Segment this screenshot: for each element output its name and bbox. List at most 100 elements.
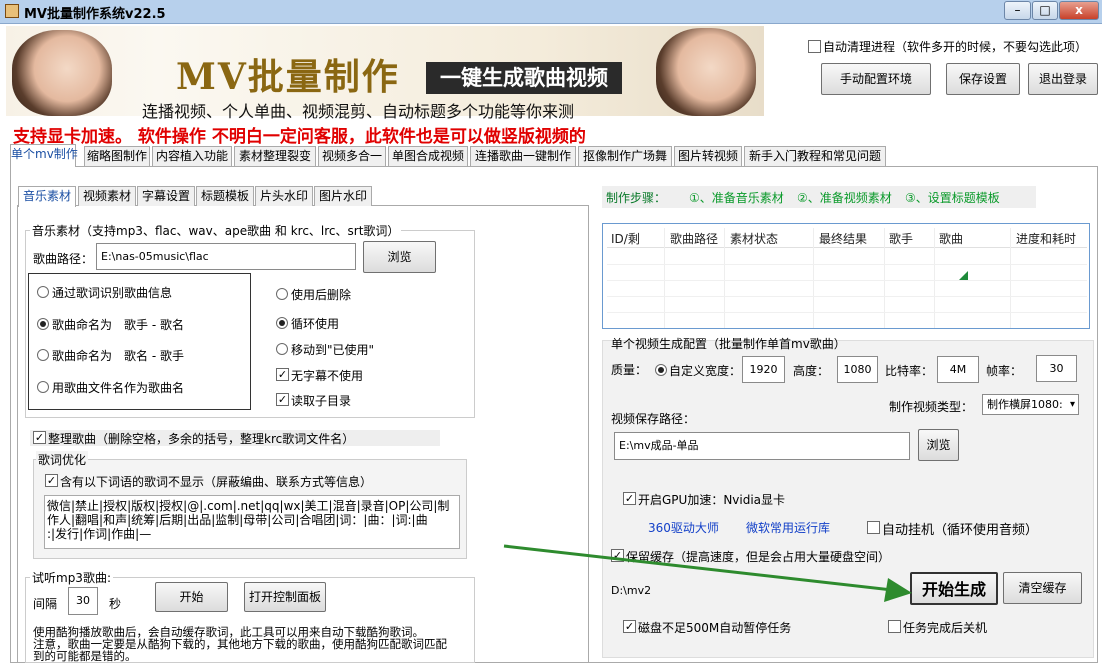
- banner-subtitle: 一键生成歌曲视频: [426, 62, 622, 94]
- no-subtitle-checkbox[interactable]: ✓: [276, 368, 289, 381]
- clear-cache-button[interactable]: 清空缓存: [1003, 572, 1082, 604]
- video-type-value: 制作横屏1080:: [987, 398, 1063, 411]
- banner-title: MV批量制作: [176, 56, 400, 98]
- banner-portrait-left: [12, 30, 112, 116]
- lyric-filter-checkbox[interactable]: ✓: [45, 474, 58, 487]
- runtime-link[interactable]: 微软常用运行库: [746, 519, 830, 536]
- banner: MV批量制作 一键生成歌曲视频 连播视频、个人单曲、视频混剪、自动标题多个功能等…: [6, 26, 764, 121]
- minimize-button[interactable]: –: [1004, 1, 1031, 20]
- radio-filename[interactable]: [37, 381, 49, 393]
- song-path-browse-button[interactable]: 浏览: [363, 241, 436, 273]
- label-delete-after-use: 使用后删除: [291, 288, 352, 302]
- notice-text: 支持显卡加速。 软件操作 不明白一定问客服，此软件也是可以做竖版视频的: [13, 127, 586, 147]
- open-control-panel-button[interactable]: 打开控制面板: [244, 582, 326, 612]
- tab-single-mv[interactable]: 单个mv制作: [10, 144, 78, 167]
- disk-pause-label: 磁盘不足500M自动暂停任务: [638, 621, 792, 635]
- config-group-label: 单个视频生成配置（批量制作单首mv歌曲）: [611, 337, 846, 351]
- music-group-label: 音乐素材（支持mp3、flac、wav、ape歌曲 和 krc、lrc、srt歌…: [30, 222, 402, 239]
- start-generate-button[interactable]: 开始生成: [910, 572, 998, 605]
- gpu-checkbox[interactable]: ✓: [623, 492, 636, 505]
- fps-input[interactable]: 30: [1036, 355, 1077, 382]
- subtab-title-template[interactable]: 标题模板: [196, 186, 254, 206]
- shutdown-label: 任务完成后关机: [903, 621, 988, 635]
- driver-link[interactable]: 360驱动大师: [648, 519, 719, 536]
- lyric-group-label: 歌词优化: [36, 451, 89, 468]
- auto-hang-checkbox[interactable]: [867, 521, 880, 534]
- banner-tagline: 连播视频、个人单曲、视频混剪、自动标题多个功能等你来测: [142, 102, 575, 121]
- info-line3: 到的可能都是错的。: [33, 649, 137, 663]
- video-type-label: 制作视频类型：: [889, 400, 974, 414]
- song-path-input[interactable]: E:\nas-05music\flac: [96, 243, 356, 270]
- read-subdir-checkbox[interactable]: ✓: [276, 393, 289, 406]
- label-lyric-filter: 含有以下词语的歌词不显示（屏蔽编曲、联系方式等信息）: [60, 475, 373, 489]
- custom-width-label: 自定义宽度：: [669, 364, 742, 378]
- tab-thumbnail[interactable]: 缩略图制作: [84, 146, 150, 166]
- subtab-music[interactable]: 音乐素材: [18, 186, 76, 207]
- subtab-subtitle[interactable]: 字幕设置: [137, 186, 195, 206]
- radio-delete-after-use[interactable]: [276, 288, 288, 300]
- step-2: ②、准备视频素材: [797, 191, 892, 205]
- banner-portrait-right: [656, 28, 756, 116]
- save-path-input[interactable]: E:\mv成品-单品: [614, 432, 910, 460]
- bitrate-input[interactable]: 4M: [937, 356, 979, 383]
- col-song: 歌曲: [939, 232, 964, 246]
- auto-clean-label: 自动清理进程（软件多开的时候，不要勾选此项）: [823, 40, 1088, 54]
- close-button[interactable]: x: [1059, 1, 1099, 20]
- label-no-subtitle: 无字幕不使用: [291, 369, 364, 383]
- tab-tutorial[interactable]: 新手入门教程和常见问题: [744, 146, 886, 166]
- tab-square-dance[interactable]: 抠像制作广场舞: [578, 146, 672, 166]
- label-move-used: 移动到"已使用": [291, 343, 375, 357]
- app-icon: [5, 4, 19, 18]
- radio-loop-use[interactable]: [276, 317, 288, 329]
- tab-picture-to-video[interactable]: 图片转视频: [674, 146, 742, 166]
- interval-label: 间隔: [33, 597, 58, 611]
- subtab-intro-watermark[interactable]: 片头水印: [255, 186, 313, 206]
- save-path-browse-button[interactable]: 浏览: [918, 429, 959, 461]
- tab-material-split[interactable]: 素材整理裂变: [234, 146, 316, 166]
- tab-continuous-songs[interactable]: 连播歌曲一键制作: [470, 146, 576, 166]
- video-type-select[interactable]: 制作横屏1080: ▾: [982, 394, 1079, 415]
- col-result: 最终结果: [819, 232, 868, 246]
- annotation-arrow-icon: [503, 544, 912, 602]
- preview-start-button[interactable]: 开始: [155, 582, 228, 612]
- seconds-label: 秒: [109, 597, 122, 611]
- radio-song-singer[interactable]: [37, 349, 49, 361]
- lyric-words-line3: :|发行|作词|作曲|—: [47, 527, 152, 541]
- custom-width-radio[interactable]: [655, 364, 667, 376]
- height-label: 高度：: [793, 364, 830, 378]
- step-3: ③、设置标题模板: [905, 191, 1000, 205]
- steps-label: 制作步骤：: [606, 191, 667, 205]
- label-singer-song: 歌曲命名为 歌手 - 歌名: [52, 318, 184, 332]
- shutdown-checkbox[interactable]: [888, 620, 901, 633]
- maximize-button[interactable]: □: [1032, 1, 1058, 20]
- tab-video-merge[interactable]: 视频多合一: [318, 146, 386, 166]
- save-settings-button[interactable]: 保存设置: [946, 63, 1020, 95]
- lyric-words-textarea[interactable]: 微信|禁止|授权|版权|授权|@|.com|.net|qq|wx|美工|混音|录…: [44, 495, 460, 549]
- manual-config-button[interactable]: 手动配置环境: [821, 63, 931, 95]
- col-id: ID/剩: [611, 232, 640, 246]
- quality-label: 质量：: [611, 363, 648, 377]
- song-path-label: 歌曲路径：: [33, 252, 94, 266]
- window-title: MV批量制作系统v22.5: [24, 7, 166, 22]
- radio-lyric-recognize[interactable]: [37, 286, 49, 298]
- tidy-checkbox[interactable]: ✓: [33, 431, 46, 444]
- height-input[interactable]: 1080: [837, 356, 878, 383]
- subtab-image-watermark[interactable]: 图片水印: [314, 186, 372, 206]
- logout-button[interactable]: 退出登录: [1028, 63, 1098, 95]
- subtab-video[interactable]: 视频素材: [78, 186, 136, 206]
- label-read-subdir: 读取子目录: [291, 394, 352, 408]
- auto-clean-checkbox[interactable]: [808, 40, 821, 53]
- lyric-words-line1: 微信|禁止|授权|版权|授权|@|.com|.net|qq|wx|美工|混音|录…: [47, 499, 450, 513]
- bitrate-label: 比特率：: [885, 364, 934, 378]
- col-song-path: 歌曲路径: [670, 232, 719, 246]
- fps-label: 帧率：: [986, 364, 1023, 378]
- tab-content-implant[interactable]: 内容植入功能: [152, 146, 232, 166]
- radio-singer-song[interactable]: [37, 318, 49, 330]
- disk-pause-checkbox[interactable]: ✓: [623, 620, 636, 633]
- width-input[interactable]: 1920: [742, 356, 785, 383]
- task-table[interactable]: ID/剩 歌曲路径 素材状态 最终结果 歌手 歌曲 进度和耗时: [602, 223, 1090, 329]
- tab-image-video[interactable]: 单图合成视频: [388, 146, 468, 166]
- radio-move-used[interactable]: [276, 343, 288, 355]
- interval-input[interactable]: 30: [68, 587, 98, 615]
- auto-hang-label: 自动挂机（循环使用音频）: [882, 523, 1039, 538]
